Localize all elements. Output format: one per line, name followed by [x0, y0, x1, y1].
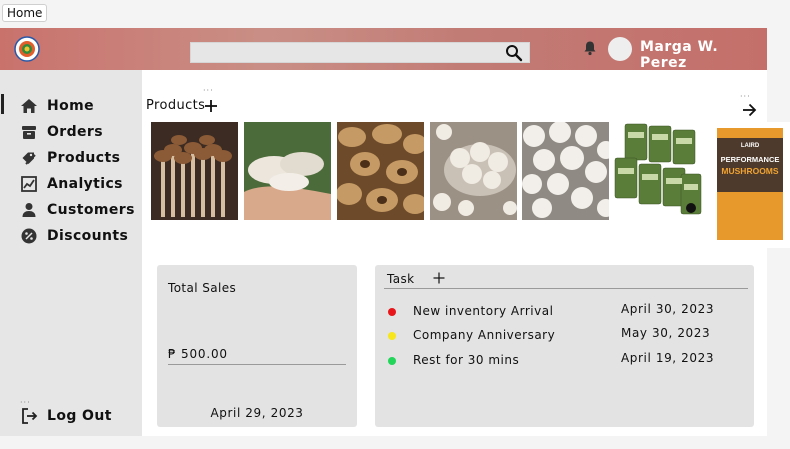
oyster-mushrooms-image[interactable] [244, 122, 331, 220]
box-icon [22, 126, 36, 139]
home-icon [21, 99, 37, 113]
tag-icon [22, 152, 36, 165]
sidebar: Home Orders Products Analytics Customers… [0, 70, 142, 436]
task-date: April 19, 2023 [621, 351, 715, 365]
status-dot-green [388, 357, 396, 365]
sidebar-item-label: Discounts [47, 228, 129, 244]
products-title: Products [146, 98, 206, 113]
total-sales-date: April 29, 2023 [210, 406, 304, 420]
white-button-mushrooms-image[interactable] [522, 122, 609, 220]
sidebar-item-label: Home [47, 98, 95, 114]
task-date: May 30, 2023 [621, 326, 711, 340]
browser-tab-home[interactable]: Home [2, 4, 48, 22]
status-dot-red [388, 308, 396, 316]
divider [168, 364, 346, 365]
sidebar-item-products[interactable]: Products [20, 148, 120, 168]
performance-mushrooms-bag-image[interactable]: LAIRD PERFORMANCE MUSHROOMS [709, 122, 790, 248]
svg-text:PERFORMANCE: PERFORMANCE [721, 155, 780, 164]
svg-text:LAIRD: LAIRD [741, 143, 760, 149]
sidebar-item-orders[interactable]: Orders [20, 122, 103, 142]
total-sales-card: Total Sales ₱ 500.00 April 29, 2023 [157, 265, 357, 427]
logout-label: Log Out [47, 408, 112, 424]
more-dots: ··· [740, 92, 751, 101]
sidebar-item-label: Orders [47, 124, 103, 140]
total-sales-value: ₱ 500.00 [168, 347, 228, 361]
bell-icon[interactable] [582, 40, 598, 56]
task-card: Task New inventory Arrival April 30, 202… [375, 265, 754, 427]
divider [384, 288, 748, 289]
dried-shiitake-image[interactable] [337, 122, 424, 220]
add-product-button[interactable] [204, 99, 218, 113]
task-date: April 30, 2023 [621, 302, 715, 316]
mushroom-snack-packs-image[interactable] [613, 122, 703, 220]
sidebar-item-home[interactable]: Home [20, 96, 94, 116]
sidebar-item-discounts[interactable]: Discounts [20, 226, 128, 246]
svg-text:MUSHROOMS: MUSHROOMS [721, 166, 778, 176]
logout-button[interactable]: Log Out [20, 406, 112, 426]
arrow-right-icon[interactable] [741, 102, 757, 118]
add-task-button[interactable] [433, 272, 445, 284]
search-icon[interactable] [505, 44, 523, 62]
logout-icon [22, 408, 38, 424]
more-dots: ··· [203, 86, 214, 95]
total-sales-title: Total Sales [168, 281, 237, 295]
company-logo [14, 36, 40, 62]
sidebar-item-analytics[interactable]: Analytics [20, 174, 123, 194]
user-avatar[interactable] [608, 37, 632, 61]
search-bar[interactable] [190, 42, 530, 63]
beech-mushrooms-image[interactable] [151, 122, 238, 220]
chart-icon [21, 176, 37, 192]
task-title: Task [387, 272, 415, 286]
app-window: Marga W. Perez Home Orders Products Anal… [0, 28, 790, 436]
sidebar-item-label: Customers [47, 202, 135, 218]
status-dot-yellow [388, 332, 396, 340]
task-name: New inventory Arrival [413, 304, 554, 318]
active-indicator [1, 94, 4, 114]
task-name: Company Anniversary [413, 328, 556, 342]
person-icon [22, 203, 36, 217]
white-button-mushrooms-bowl-image[interactable] [430, 122, 517, 220]
percent-badge-icon [21, 228, 37, 244]
top-header: Marga W. Perez [0, 28, 767, 71]
sidebar-item-customers[interactable]: Customers [20, 200, 135, 220]
task-row[interactable]: Company Anniversary May 30, 2023 [375, 326, 754, 345]
task-row[interactable]: New inventory Arrival April 30, 2023 [375, 302, 754, 321]
task-name: Rest for 30 mins [413, 353, 520, 367]
user-name[interactable]: Marga W. Perez [640, 39, 767, 71]
sidebar-item-label: Analytics [47, 176, 123, 192]
sidebar-item-label: Products [47, 150, 121, 166]
task-row[interactable]: Rest for 30 mins April 19, 2023 [375, 351, 754, 370]
